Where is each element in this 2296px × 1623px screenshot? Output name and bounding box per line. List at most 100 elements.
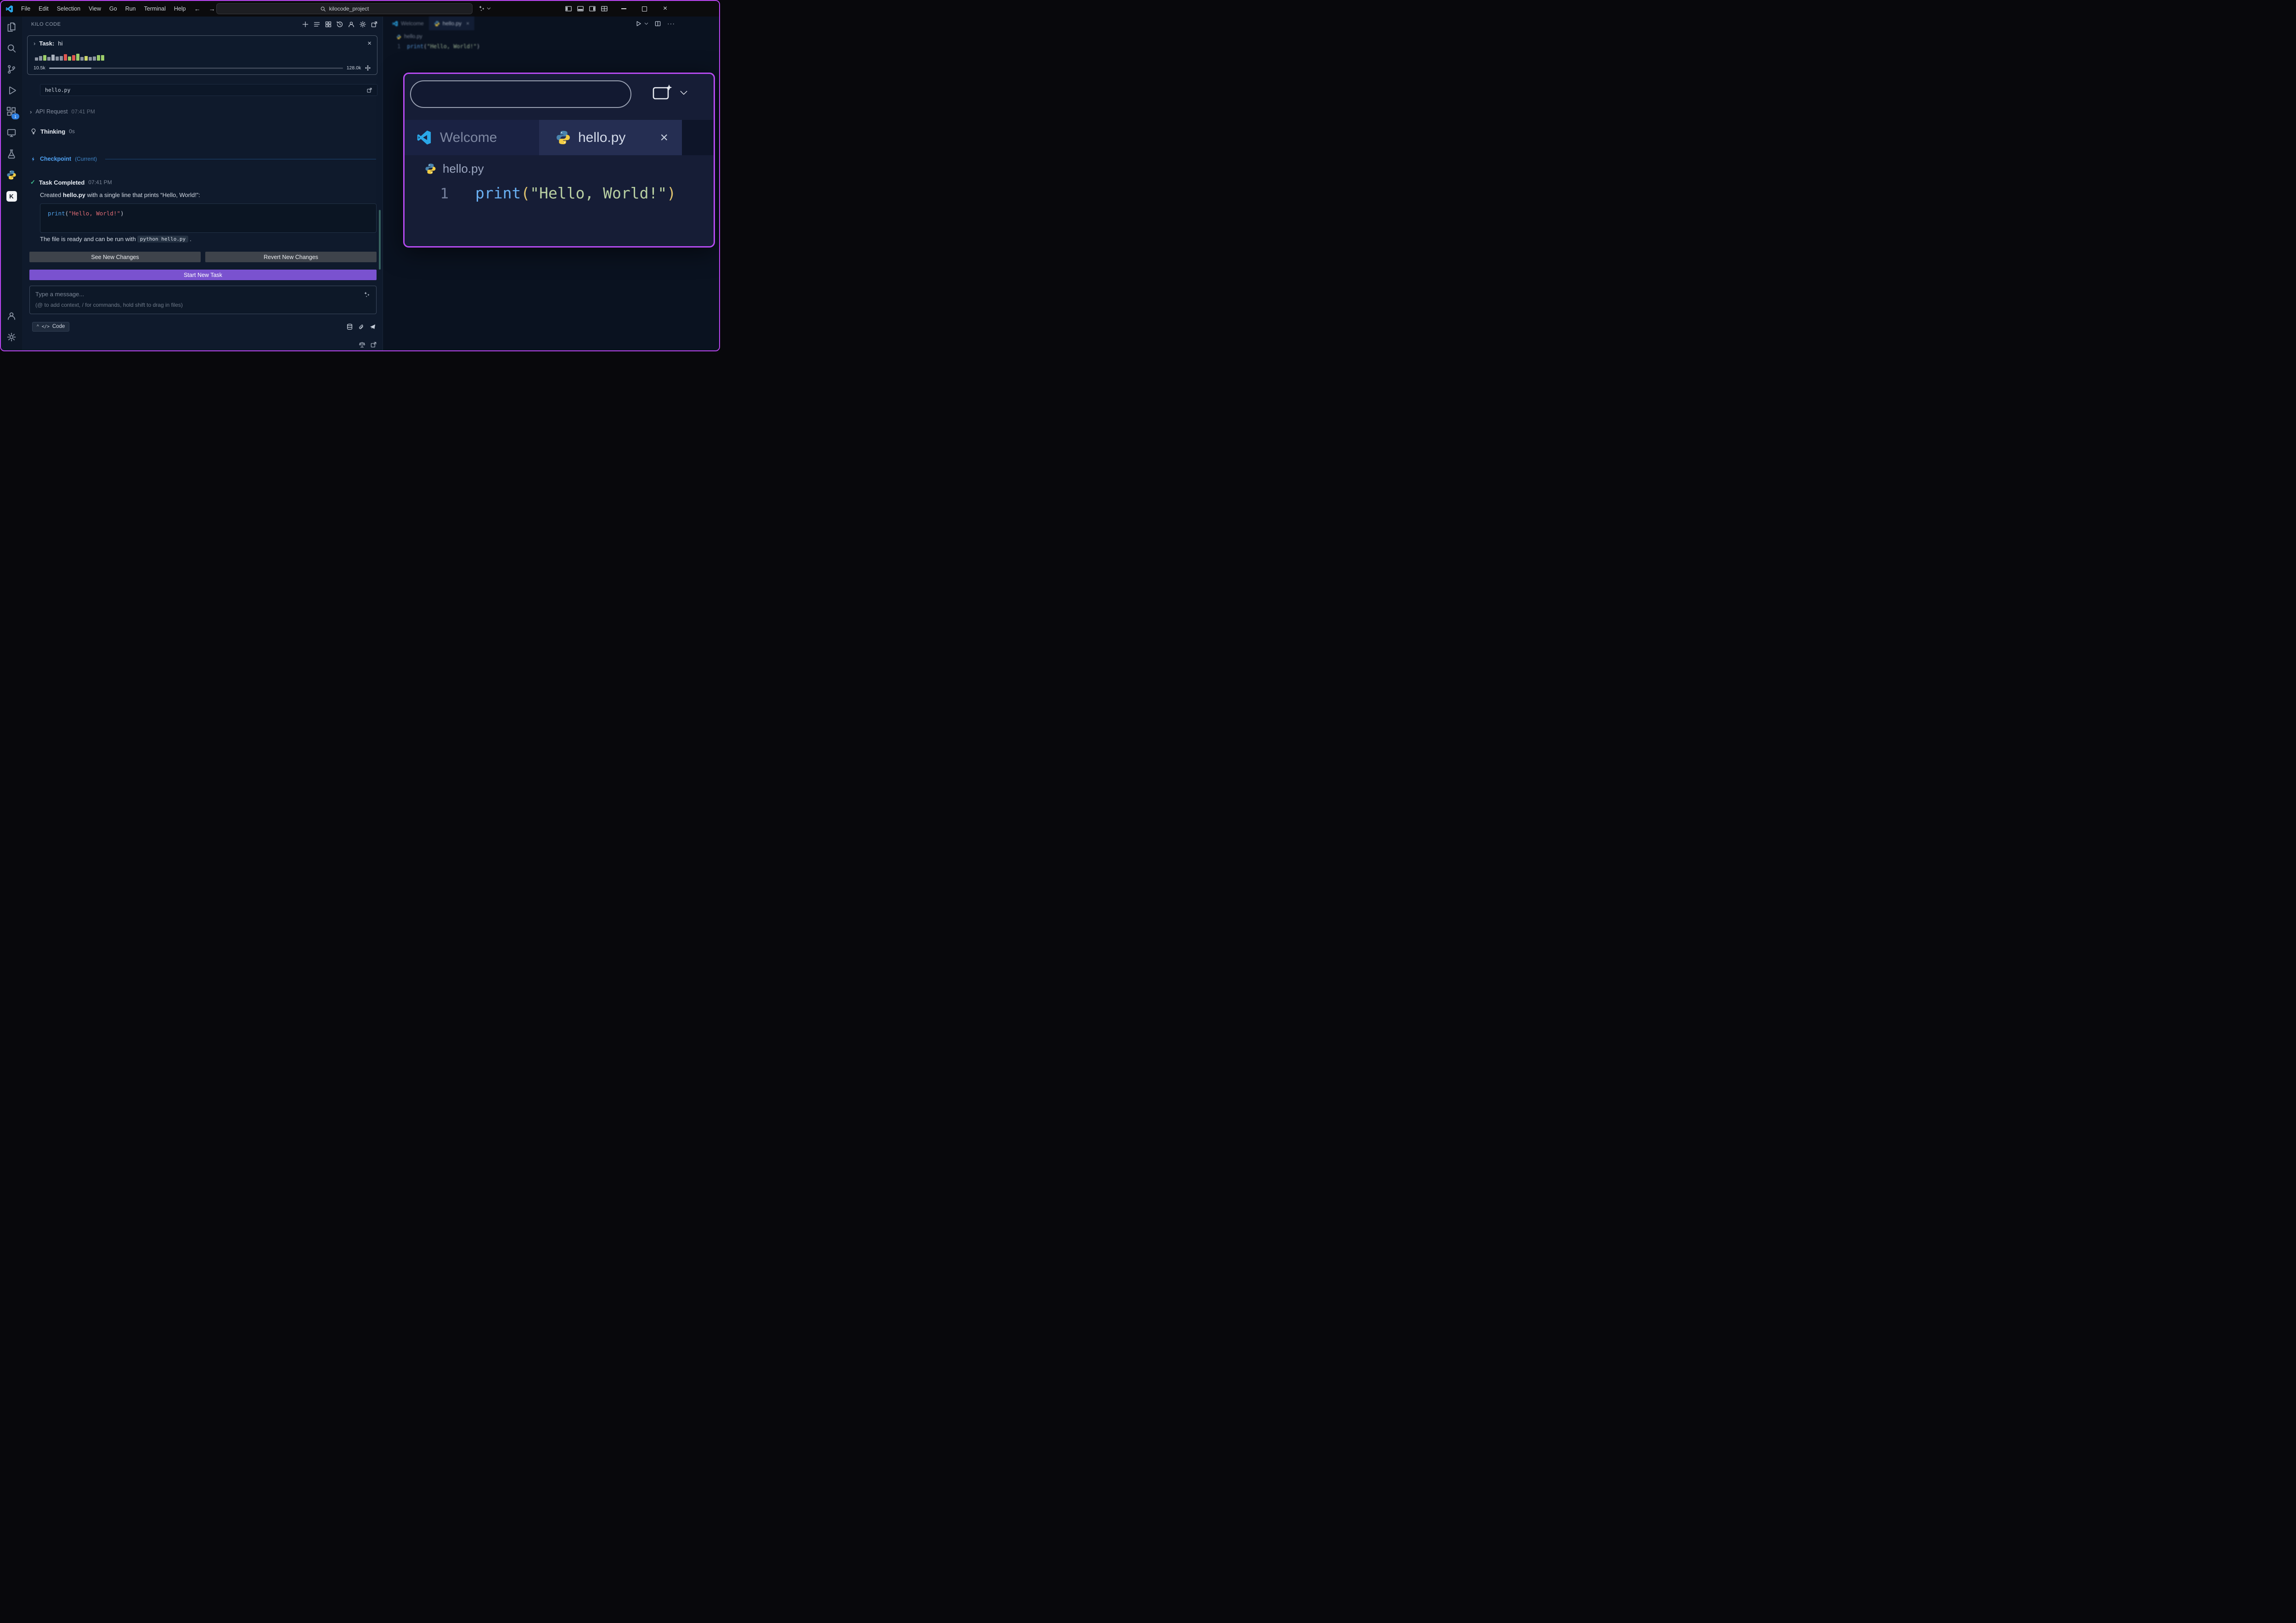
search-icon [320, 6, 326, 12]
customize-layout-icon[interactable] [601, 5, 608, 12]
sidebar-item-run-debug[interactable] [1, 80, 22, 101]
sidebar-item-kilo-code[interactable]: K [1, 186, 22, 207]
vscode-logo-icon [416, 130, 432, 145]
sidebar-item-source-control[interactable] [1, 59, 22, 80]
panel-footer-icons [359, 341, 377, 348]
menu-item-go[interactable]: Go [105, 6, 121, 12]
scrollbar-thumb[interactable] [379, 210, 381, 270]
tab-close-icon[interactable]: × [466, 20, 469, 27]
tab-close-icon[interactable]: × [660, 131, 668, 145]
overlay-actions [653, 84, 688, 101]
task-label: Task: [39, 40, 54, 47]
mode-selector[interactable]: ^ </> Code [32, 322, 69, 332]
api-request-row[interactable]: › API Request 07:41 PM [30, 107, 95, 117]
sidebar-item-testing[interactable] [1, 143, 22, 164]
new-task-plus-icon[interactable] [302, 21, 309, 28]
context-move-icon[interactable] [365, 65, 371, 71]
zoom-overlay: Welcome hello.py × hello.py 1 print("Hel… [403, 73, 715, 248]
token-bar [39, 56, 42, 61]
copilot-icon[interactable] [478, 5, 491, 12]
close-button[interactable]: × [655, 1, 675, 17]
menu-item-terminal[interactable]: Terminal [140, 6, 170, 12]
token-bar [84, 56, 88, 61]
extensions-badge: 1 [11, 113, 19, 119]
menu-item-edit[interactable]: Edit [34, 6, 53, 12]
toggle-primary-sidebar-icon[interactable] [565, 5, 572, 12]
tab-label: Welcome [401, 20, 424, 27]
panel-header: KILO CODE [22, 18, 383, 30]
open-external-icon[interactable] [370, 341, 377, 348]
gear-icon[interactable] [359, 21, 366, 28]
minimize-button[interactable] [613, 1, 634, 17]
account-button[interactable] [1, 305, 22, 327]
file-row[interactable]: hello.py [40, 84, 377, 96]
menu-item-view[interactable]: View [84, 6, 105, 12]
token-bar [35, 57, 38, 61]
token-bar [43, 55, 46, 61]
sidebar-item-remote-explorer[interactable] [1, 122, 22, 143]
account-icon[interactable] [348, 21, 355, 28]
task-name: hi [58, 40, 62, 47]
start-new-task-button[interactable]: Start New Task [29, 270, 377, 280]
thinking-duration: 0s [69, 128, 75, 135]
explorer-icon [6, 22, 17, 32]
chevron-down-icon[interactable] [680, 90, 688, 96]
command-center-search[interactable]: kilocode_project [216, 3, 473, 14]
history-icon[interactable] [336, 21, 343, 28]
attach-paperclip-icon[interactable] [358, 323, 365, 330]
send-icon[interactable] [369, 323, 376, 330]
run-file-icon[interactable] [635, 20, 642, 27]
context-max: 128.0k [347, 65, 361, 71]
chevron-down-icon[interactable] [644, 22, 648, 26]
chevron-right-icon[interactable]: › [34, 40, 35, 47]
back-arrow-icon[interactable]: ← [190, 5, 205, 12]
task-close-icon[interactable]: × [367, 40, 371, 47]
tab-hello-py[interactable]: hello.py × [429, 17, 474, 30]
enhance-prompt-wand-icon[interactable] [364, 291, 371, 298]
open-external-icon[interactable] [366, 87, 372, 93]
more-actions-icon[interactable]: ··· [667, 20, 675, 27]
split-editor-icon[interactable] [654, 20, 661, 27]
open-in-editor-icon[interactable] [371, 21, 378, 28]
composer-placeholder: Type a message... [35, 291, 371, 298]
context-database-icon[interactable] [346, 323, 353, 330]
breadcrumb[interactable]: hello.py [396, 34, 422, 39]
overlay-breadcrumb[interactable]: hello.py [405, 155, 484, 182]
revert-new-changes-button[interactable]: Revert New Changes [205, 252, 377, 262]
titlebar-controls: × [565, 1, 675, 17]
see-new-changes-button[interactable]: See New Changes [29, 252, 201, 262]
composer-toolbar: ^ </> Code [29, 321, 376, 332]
tab-welcome[interactable]: Welcome [387, 17, 429, 30]
vscode-logo-icon [392, 21, 398, 27]
task-completed-label: Task Completed [39, 179, 84, 186]
file-name: hello.py [45, 87, 70, 93]
menu-item-file[interactable]: File [17, 6, 34, 12]
tab-welcome[interactable]: Welcome [405, 120, 539, 155]
sidebar-item-explorer[interactable] [1, 17, 22, 38]
token-bar [101, 55, 104, 61]
menu-item-run[interactable]: Run [121, 6, 140, 12]
message-composer[interactable]: Type a message... (@ to add context, / f… [29, 286, 377, 314]
toggle-secondary-sidebar-icon[interactable] [589, 5, 596, 12]
menu-item-selection[interactable]: Selection [53, 6, 84, 12]
settings-button[interactable] [1, 327, 22, 348]
context-slider[interactable] [49, 68, 343, 69]
menu-item-help[interactable]: Help [170, 6, 190, 12]
sidebar-item-search[interactable] [1, 38, 22, 59]
mode-label: Code [52, 324, 65, 329]
code-block[interactable]: print("Hello, World!") [40, 203, 377, 233]
code-token-string: "Hello, World!" [530, 184, 667, 202]
sidebar-item-python[interactable] [1, 164, 22, 186]
maximize-button[interactable] [634, 1, 655, 17]
overlay-search-field[interactable] [410, 80, 631, 108]
checkpoint-label[interactable]: Checkpoint [40, 156, 71, 162]
scale-icon[interactable] [359, 341, 366, 348]
toggle-panel-icon[interactable] [577, 5, 584, 12]
prompts-list-icon[interactable] [313, 21, 321, 28]
line-number: 1 [405, 186, 449, 202]
sidebar-item-extensions[interactable]: 1 [1, 101, 22, 122]
tab-hello-py[interactable]: hello.py × [539, 120, 682, 155]
token-bar [76, 54, 79, 61]
preview-sparkle-icon[interactable] [653, 84, 674, 101]
marketplace-grid-icon[interactable] [325, 21, 332, 28]
